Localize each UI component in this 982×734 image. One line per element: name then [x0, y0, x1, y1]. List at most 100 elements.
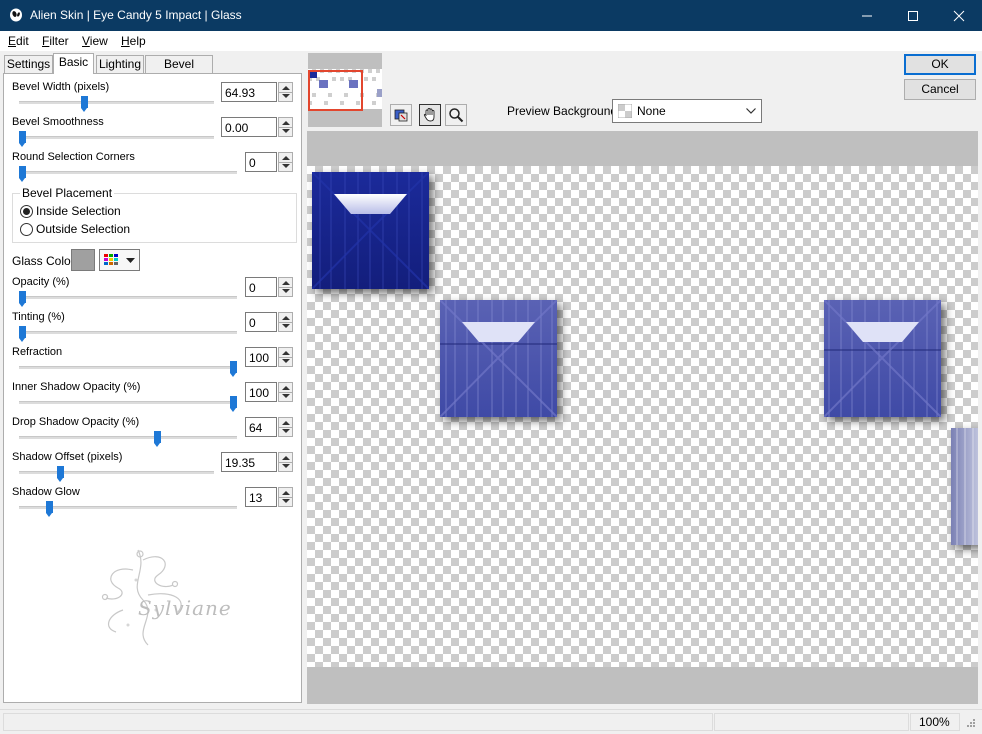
shadow-offset-pixels-slider-thumb[interactable]: [56, 466, 64, 482]
tinting-slider-thumb[interactable]: [19, 326, 26, 342]
glass-color-swatch[interactable]: [71, 249, 95, 271]
radio-inside-selection[interactable]: [20, 205, 33, 218]
shadow-glow-value[interactable]: 13: [245, 487, 277, 507]
drop-shadow-opacity-spinbox[interactable]: 64: [245, 417, 293, 437]
spin-up-icon[interactable]: [282, 86, 290, 90]
opacity-slider-thumb[interactable]: [19, 291, 26, 307]
spin-up-icon[interactable]: [282, 281, 290, 285]
spin-up-icon[interactable]: [282, 316, 290, 320]
close-button[interactable]: [936, 0, 982, 31]
bevel-width-pixels-slider[interactable]: [19, 101, 214, 104]
status-info: [714, 713, 909, 731]
round-selection-corners-value[interactable]: 0: [245, 152, 277, 172]
bevel-smoothness-slider[interactable]: [19, 136, 214, 139]
opacity-spin-arrows[interactable]: [278, 277, 293, 297]
spin-down-icon[interactable]: [282, 359, 290, 363]
round-selection-corners-slider[interactable]: [19, 171, 237, 174]
tab-settings[interactable]: Settings: [4, 55, 53, 73]
spin-up-icon[interactable]: [282, 351, 290, 355]
spin-down-icon[interactable]: [282, 324, 290, 328]
inner-shadow-opacity-value[interactable]: 100: [245, 382, 277, 402]
round-selection-corners-slider-thumb[interactable]: [19, 166, 26, 182]
spin-up-icon[interactable]: [282, 456, 290, 460]
bevel-width-pixels-slider-thumb[interactable]: [81, 96, 89, 112]
status-bar: 100%: [0, 709, 982, 734]
spin-up-icon[interactable]: [282, 491, 290, 495]
menu-help-mnemonic: H: [121, 34, 130, 48]
menu-filter[interactable]: Filter: [42, 34, 69, 48]
ok-button[interactable]: OK: [904, 54, 976, 75]
shadow-glow-spin-arrows[interactable]: [278, 487, 293, 507]
tinting-value[interactable]: 0: [245, 312, 277, 332]
spin-down-icon[interactable]: [282, 164, 290, 168]
tab-basic[interactable]: Basic: [53, 53, 94, 74]
glass-color-picker-button[interactable]: [99, 249, 140, 271]
round-selection-corners-spinbox[interactable]: 0: [245, 152, 293, 172]
tinting-spin-arrows[interactable]: [278, 312, 293, 332]
bevel-width-pixels-spinbox[interactable]: 64.93: [221, 82, 293, 102]
round-selection-corners-spin-arrows[interactable]: [278, 152, 293, 172]
tinting-spinbox[interactable]: 0: [245, 312, 293, 332]
resize-grip-icon[interactable]: [964, 718, 976, 730]
bevel-smoothness-slider-thumb[interactable]: [19, 131, 26, 147]
compare-preview-button[interactable]: [390, 104, 412, 126]
spin-down-icon[interactable]: [282, 129, 290, 133]
spin-up-icon[interactable]: [282, 121, 290, 125]
shadow-glow-slider-thumb[interactable]: [46, 501, 54, 517]
inner-shadow-opacity-slider-thumb[interactable]: [230, 396, 237, 412]
spin-down-icon[interactable]: [282, 394, 290, 398]
hand-tool-button[interactable]: [419, 104, 441, 126]
preview-background-dropdown[interactable]: None: [612, 99, 762, 123]
opacity-value[interactable]: 0: [245, 277, 277, 297]
radio-outside-selection[interactable]: [20, 223, 33, 236]
menu-view[interactable]: View: [82, 34, 108, 48]
cancel-button-label: Cancel: [921, 82, 959, 96]
shadow-glow-spinbox[interactable]: 13: [245, 487, 293, 507]
tab-bevel-profile[interactable]: Bevel Profile: [145, 55, 213, 87]
bevel-smoothness-spinbox[interactable]: 0.00: [221, 117, 293, 137]
tab-basic-label: Basic: [58, 55, 89, 69]
drop-shadow-opacity-slider-thumb[interactable]: [154, 431, 162, 447]
spin-down-icon[interactable]: [282, 499, 290, 503]
inner-shadow-opacity-spin-arrows[interactable]: [278, 382, 293, 402]
drop-shadow-opacity-spin-arrows[interactable]: [278, 417, 293, 437]
shadow-offset-pixels-value[interactable]: 19.35: [221, 452, 277, 472]
maximize-button[interactable]: [890, 0, 936, 31]
menu-help[interactable]: Help: [121, 34, 146, 48]
refraction-spinbox[interactable]: 100: [245, 347, 293, 367]
shadow-offset-pixels-spinbox[interactable]: 19.35: [221, 452, 293, 472]
inner-shadow-opacity-spinbox[interactable]: 100: [245, 382, 293, 402]
cancel-button[interactable]: Cancel: [904, 79, 976, 100]
minimize-button[interactable]: [844, 0, 890, 31]
zoom-tool-button[interactable]: [445, 104, 467, 126]
navigator-viewport-frame[interactable]: [308, 70, 363, 111]
tinting-slider[interactable]: [19, 331, 237, 334]
menu-edit[interactable]: Edit: [8, 34, 29, 48]
opacity-spinbox[interactable]: 0: [245, 277, 293, 297]
drop-shadow-opacity-slider[interactable]: [19, 436, 237, 439]
inner-shadow-opacity-slider[interactable]: [19, 401, 237, 404]
spin-up-icon[interactable]: [282, 156, 290, 160]
bevel-width-pixels-spin-arrows[interactable]: [278, 82, 293, 102]
spin-down-icon[interactable]: [282, 94, 290, 98]
spin-down-icon[interactable]: [282, 429, 290, 433]
drop-shadow-opacity-value[interactable]: 64: [245, 417, 277, 437]
spin-up-icon[interactable]: [282, 386, 290, 390]
status-message: [3, 713, 713, 731]
spin-up-icon[interactable]: [282, 421, 290, 425]
tab-lighting[interactable]: Lighting: [96, 55, 144, 73]
refraction-slider-thumb[interactable]: [230, 361, 237, 377]
bevel-width-pixels-value[interactable]: 64.93: [221, 82, 277, 102]
refraction-value[interactable]: 100: [245, 347, 277, 367]
preview-canvas[interactable]: [307, 166, 978, 667]
spin-down-icon[interactable]: [282, 464, 290, 468]
bevel-smoothness-value[interactable]: 0.00: [221, 117, 277, 137]
bevel-smoothness-spin-arrows[interactable]: [278, 117, 293, 137]
opacity-slider[interactable]: [19, 296, 237, 299]
spin-down-icon[interactable]: [282, 289, 290, 293]
refraction-spin-arrows[interactable]: [278, 347, 293, 367]
shadow-offset-pixels-spin-arrows[interactable]: [278, 452, 293, 472]
refraction-slider[interactable]: [19, 366, 237, 369]
shadow-offset-pixels-slider[interactable]: [19, 471, 214, 474]
watermark-text: Sylviane: [138, 596, 232, 620]
